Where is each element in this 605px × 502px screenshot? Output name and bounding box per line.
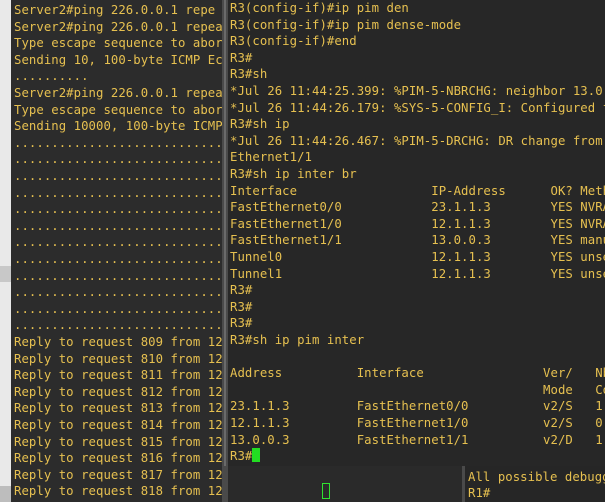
r3-output-line: 23.1.1.3 FastEthernet0/0 v2/S 1 [230, 399, 603, 414]
server2-output-line: ............................ [14, 235, 222, 250]
server2-output-line: Server2#ping 226.0.0.1 repea [14, 86, 222, 100]
server2-output-line: Reply to request 815 from 12 [14, 434, 222, 449]
server2-output-line: ............................ [14, 185, 222, 200]
server2-output-line: Reply to request 816 from 12 [14, 451, 222, 466]
r3-output-line: Tunnel0 12.1.1.3 YES unse [230, 250, 605, 264]
r3-output-line: R3#sh ip pim inter [230, 333, 365, 347]
window-frame-highlight [224, 0, 226, 466]
server2-output-line: Sending 10, 100-byte ICMP Ec [14, 52, 222, 67]
window-left-scrollbar[interactable] [0, 0, 11, 502]
server2-terminal-cursor [322, 483, 330, 499]
server2-output-line: Type escape sequence to abor [14, 36, 222, 51]
server2-output-line: ............................ [14, 152, 222, 167]
server2-output-line: ............................ [14, 252, 222, 266]
server2-terminal-window[interactable]: Server2#ping 226.0.0.1 repe Server2#ping … [0, 0, 222, 502]
r3-output-line: R3# [230, 299, 253, 314]
r3-output-line: Address Interface Ver/ Nb [230, 366, 605, 381]
r3-prompt-line[interactable]: R3# [230, 448, 261, 465]
server2-output-line: ............................ [14, 285, 222, 300]
server2-output-line: Server2#ping 226.0.0.1 repea [14, 19, 222, 34]
server2-output-line: Sending 10000, 100-byte ICMP [14, 119, 222, 134]
r3-prompt: R3# [230, 449, 253, 464]
r3-output-line: Interface IP-Address OK? Meth [230, 183, 605, 198]
server2-output-line: Reply to request 811 from 12 [14, 368, 222, 383]
server2-output-line: ............................ [14, 135, 222, 150]
r3-output-line: R3#sh [230, 67, 268, 82]
r3-output-line: Ethernet1/1 [230, 150, 312, 165]
server2-output-line: ............................ [14, 202, 222, 217]
r3-output-line: Tunnel1 12.1.1.3 YES unse [230, 266, 605, 281]
r3-output-line: R3# [230, 283, 253, 298]
server2-output-line: Reply to request 818 from 123.1.1.1, 28 … [14, 484, 222, 499]
r3-output-line: R3# [230, 50, 253, 65]
server2-output-line: ............................ [14, 218, 222, 233]
server2-output-line: Reply to request 814 from 12 [14, 418, 222, 432]
r3-output-line: R3#sh ip inter br [230, 167, 357, 181]
r3-terminal-cursor [252, 448, 261, 463]
r3-output-line: R3(config-if)#end [230, 34, 357, 49]
r3-terminal-window[interactable]: R3(config-if)#ip pim den R3(config-if)#ip… [222, 0, 605, 466]
server2-output-line: Type escape sequence to abor [14, 102, 222, 117]
r3-output-line: R3(config-if)#ip pim dense-mode [230, 17, 462, 32]
server2-output-line: Reply to request 817 from 123.1.1.1, 64 … [14, 467, 222, 482]
server2-output-line: ............................ [14, 169, 222, 183]
r1-output-line: All possible debugg [468, 469, 605, 484]
window-frame [222, 466, 228, 502]
r3-output-line: FastEthernet1/0 12.1.1.3 YES NVRA [230, 216, 605, 231]
r3-output-line: FastEthernet1/1 13.0.0.3 YES manu [230, 233, 605, 248]
server2-output-line: Reply to request 810 from 12 [14, 351, 222, 366]
r3-output-line: *Jul 26 11:44:26.467: %PIM-5-DRCHG: DR c… [230, 133, 603, 148]
r3-output-line: FastEthernet0/0 23.1.1.3 YES NVRA [230, 200, 605, 215]
r1-output-line: R1# [468, 486, 491, 501]
r1-terminal-window[interactable]: R1#u allAll possible debuggR1# [462, 466, 605, 502]
r3-output-line: R3# [230, 316, 253, 331]
r3-output-line: *Jul 26 11:44:26.179: %SYS-5-CONFIG_I: C… [230, 100, 605, 115]
scrollbar-thumb[interactable] [0, 486, 11, 502]
server2-output-line: .......... [14, 69, 89, 84]
r3-output-line: *Jul 26 11:44:25.399: %PIM-5-NBRCHG: nei… [230, 84, 605, 98]
server2-output-line: ............................ [14, 318, 222, 333]
r3-output-line: Mode Co [230, 382, 605, 397]
r3-output-line: R3(config-if)#ip pim den [230, 1, 409, 15]
scrollbar-track-mark [0, 266, 11, 282]
server2-output-line: Reply to request 813 from 12 [14, 401, 222, 416]
server2-output-line: Reply to request 809 from 12 [14, 335, 222, 349]
r3-output-line: R3#sh ip [230, 117, 290, 132]
server2-output-line: ............................ [14, 268, 222, 283]
r3-output-line: 13.0.0.3 FastEthernet1/1 v2/D 1 [230, 432, 603, 447]
server2-output-line: Server2#ping 226.0.0.1 repe [14, 3, 216, 17]
server2-output-line: ............................ [14, 301, 222, 316]
r3-output-line: 12.1.1.3 FastEthernet1/0 v2/S 0 [230, 416, 603, 430]
server2-output-line: Reply to request 812 from 12 [14, 384, 222, 399]
